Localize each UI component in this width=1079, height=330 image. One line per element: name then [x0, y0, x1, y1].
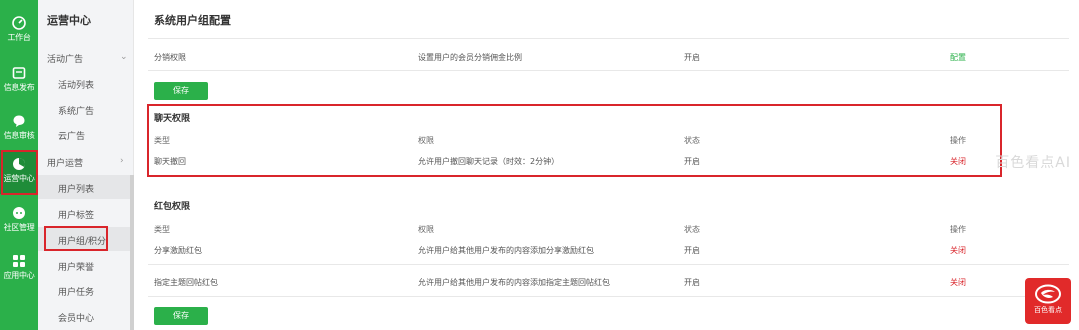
- brand-logo-icon: [1035, 284, 1061, 304]
- dashboard-icon: [12, 16, 26, 30]
- submenu-item-member-center[interactable]: 会员中心: [58, 311, 94, 324]
- submenu-title: 运营中心: [47, 14, 91, 27]
- submenu-group-ads[interactable]: 活动广告 ⌄: [47, 52, 128, 65]
- configure-link[interactable]: 配置: [950, 52, 966, 63]
- rail-item-apps[interactable]: 应用中心: [0, 254, 38, 281]
- submenu-item-system-ads[interactable]: 系统广告: [58, 104, 94, 117]
- chevron-down-icon: ⌄: [120, 52, 128, 62]
- submenu-group-label: 用户运营: [47, 159, 84, 169]
- rail-label: 信息发布: [3, 83, 35, 92]
- submenu-item-cloud-ads[interactable]: 云广告: [58, 129, 85, 142]
- watermark-badge: 百色看点: [1025, 278, 1071, 324]
- redpacket-disable-link[interactable]: 关闭: [950, 277, 966, 288]
- commission-status: 开启: [684, 53, 700, 62]
- submenu-item-user-honor[interactable]: 用户荣誉: [58, 260, 94, 273]
- review-icon: [13, 115, 25, 127]
- rail-item-community[interactable]: 社区管理: [0, 206, 38, 233]
- redpacket-header-action: 操作: [950, 225, 966, 234]
- commission-type: 分销权限: [154, 53, 186, 62]
- submenu-item-user-tags[interactable]: 用户标签: [58, 208, 94, 221]
- apps-icon: [13, 255, 25, 267]
- redpacket-row-status: 开启: [684, 278, 700, 287]
- highlight-box-operations: [1, 150, 38, 195]
- divider: [148, 70, 1069, 71]
- divider: [148, 38, 1069, 39]
- rail-item-dashboard[interactable]: 工作台: [0, 16, 38, 43]
- redpacket-row-type: 分享激励红包: [154, 246, 202, 255]
- rail-label: 应用中心: [3, 271, 35, 280]
- submenu-group-label: 活动广告: [47, 55, 84, 65]
- submenu-item-user-list[interactable]: 用户列表: [58, 182, 94, 195]
- redpacket-row-perm: 允许用户给其他用户发布的内容添加指定主题回帖红包: [418, 278, 610, 287]
- publish-icon: [12, 67, 26, 79]
- main-content: 系统用户组配置 分销权限 设置用户的会员分销佣金比例 开启 配置 保存 聊天权限…: [134, 0, 1079, 330]
- save-button[interactable]: 保存: [154, 82, 208, 100]
- badge-text: 百色看点: [1034, 306, 1062, 314]
- redpacket-disable-link[interactable]: 关闭: [950, 245, 966, 256]
- submenu-item-activity-list[interactable]: 活动列表: [58, 78, 94, 91]
- rail-item-review[interactable]: 信息审核: [0, 114, 38, 141]
- page-title: 系统用户组配置: [154, 14, 231, 27]
- save-button[interactable]: 保存: [154, 307, 208, 325]
- rail-item-publish[interactable]: 信息发布: [0, 66, 38, 93]
- rail-label: 工作台: [7, 33, 31, 42]
- submenu-item-user-tasks[interactable]: 用户任务: [58, 285, 94, 298]
- submenu: 运营中心 活动广告 ⌄ 活动列表 系统广告 云广告 用户运营 › 用户列表 用户…: [38, 0, 134, 330]
- chevron-down-icon: ›: [120, 156, 124, 166]
- redpacket-header-status: 状态: [684, 225, 700, 234]
- redpacket-header-type: 类型: [154, 225, 170, 234]
- rail-label: 信息审核: [3, 131, 35, 140]
- commission-desc: 设置用户的会员分销佣金比例: [418, 53, 522, 62]
- community-icon: [13, 207, 25, 219]
- divider: [148, 264, 1069, 265]
- divider: [148, 296, 1069, 297]
- highlight-box-chat: [147, 104, 1002, 177]
- redpacket-row-type: 指定主题回帖红包: [154, 278, 218, 287]
- submenu-group-users[interactable]: 用户运营 ›: [47, 156, 124, 169]
- redpacket-header-perm: 权限: [418, 225, 434, 234]
- watermark: 百色看点AI: [995, 155, 1071, 171]
- redpacket-row-perm: 允许用户给其他用户发布的内容添加分享激励红包: [418, 246, 594, 255]
- rail-label: 社区管理: [3, 223, 35, 232]
- redpacket-section-title: 红包权限: [154, 202, 191, 212]
- highlight-box-user-groups: [44, 226, 108, 251]
- redpacket-row-status: 开启: [684, 246, 700, 255]
